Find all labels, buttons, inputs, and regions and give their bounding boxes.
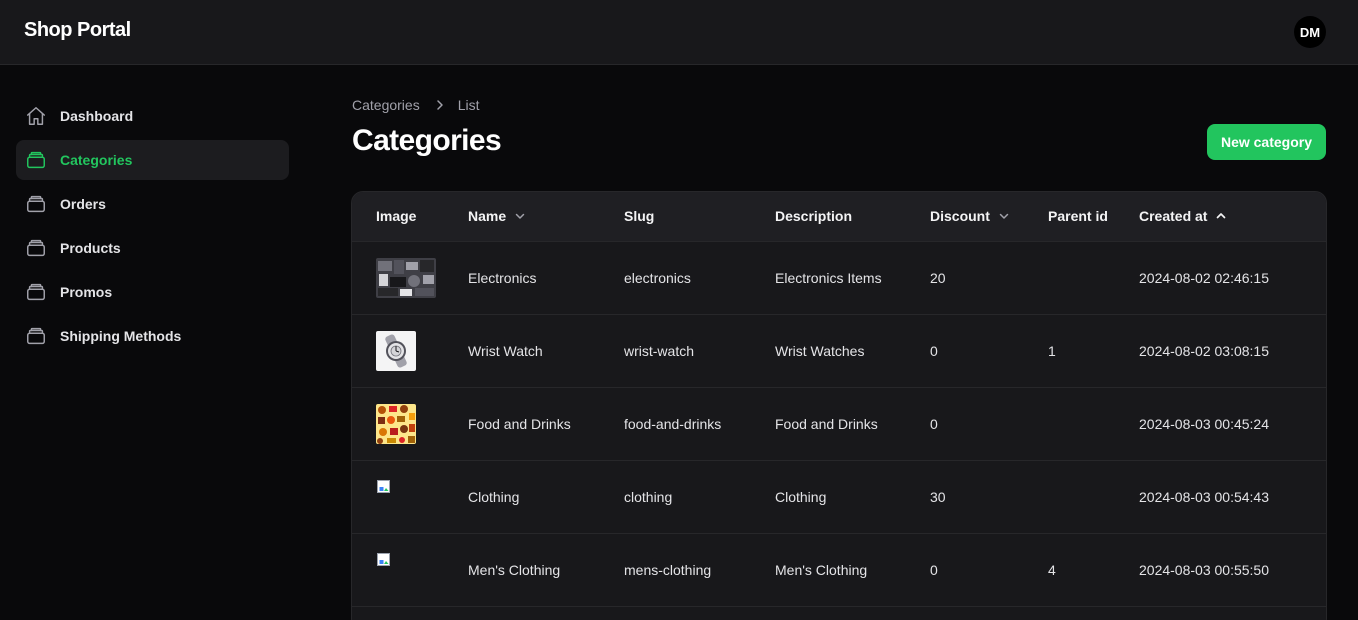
stack-icon	[25, 149, 47, 171]
slug-cell: food-and-drinks	[600, 387, 751, 461]
table-row[interactable]: Electronics electronics Electronics Item…	[352, 241, 1326, 315]
breadcrumb: Categories List	[352, 97, 480, 113]
sidebar-item-orders[interactable]: Orders	[16, 184, 289, 224]
name-cell: Clothing	[444, 460, 600, 534]
stack-icon	[25, 237, 47, 259]
stack-icon	[25, 281, 47, 303]
table-header-row: Image Name Slug Description Discount Par…	[352, 192, 1326, 242]
column-header-name[interactable]: Name	[444, 192, 600, 242]
description-cell: Wrist Watches	[751, 314, 906, 388]
parent-id-cell: 1	[1024, 314, 1115, 388]
parent-id-cell	[1024, 460, 1115, 534]
sidebar-item-label: Products	[60, 240, 121, 256]
slug-cell: electronics	[600, 241, 751, 315]
stack-icon	[25, 193, 47, 215]
sidebar-item-label: Orders	[60, 196, 106, 212]
column-header-image: Image	[352, 192, 444, 242]
image-cell	[352, 387, 444, 461]
table-row[interactable]: Clothing clothing Clothing 30 2024-08-03…	[352, 460, 1326, 534]
broken-image-icon	[377, 479, 390, 493]
home-icon	[25, 105, 47, 127]
description-cell: Clothing	[751, 460, 906, 534]
table-row[interactable]: Men's Clothing mens-clothing Men's Cloth…	[352, 533, 1326, 607]
user-avatar[interactable]: DM	[1294, 16, 1326, 48]
chevron-right-icon	[434, 99, 446, 111]
app-title: Shop Portal	[24, 19, 131, 41]
wrist-watch-thumbnail	[376, 330, 416, 371]
slug-cell: clothing	[600, 460, 751, 534]
name-cell: Electronics	[444, 241, 600, 315]
column-header-slug: Slug	[600, 192, 751, 242]
column-header-created-at[interactable]: Created at	[1115, 192, 1326, 242]
chevron-up-icon[interactable]	[1215, 210, 1227, 222]
parent-id-cell	[1024, 387, 1115, 461]
sidebar-item-promos[interactable]: Promos	[16, 272, 289, 312]
name-cell: Men's Clothing	[444, 533, 600, 607]
created-at-cell: 2024-08-03 00:54:43	[1115, 460, 1326, 534]
image-cell	[352, 533, 444, 607]
discount-cell: 0	[906, 533, 1024, 607]
new-category-button[interactable]: New category	[1207, 124, 1326, 160]
table-row[interactable]: Wrist Watch wrist-watch Wrist Watches 0 …	[352, 314, 1326, 388]
sidebar-item-label: Shipping Methods	[60, 328, 182, 344]
breadcrumb-link-categories[interactable]: Categories	[352, 97, 420, 113]
chevron-down-icon[interactable]	[998, 210, 1010, 222]
parent-id-cell: 4	[1024, 533, 1115, 607]
food-thumbnail	[376, 403, 416, 444]
broken-image-icon	[377, 552, 390, 566]
image-cell	[352, 460, 444, 534]
sidebar-item-dashboard[interactable]: Dashboard	[16, 96, 289, 136]
column-header-parent-id: Parent id	[1024, 192, 1115, 242]
sidebar-item-shipping-methods[interactable]: Shipping Methods	[16, 316, 289, 356]
table-row[interactable]: Food and Drinks food-and-drinks Food and…	[352, 387, 1326, 461]
top-bar: Shop Portal DM	[0, 0, 1358, 65]
sidebar-item-label: Categories	[60, 152, 133, 168]
sidebar-item-categories[interactable]: Categories	[16, 140, 289, 180]
discount-cell: 0	[906, 387, 1024, 461]
created-at-cell: 2024-08-03 00:55:50	[1115, 533, 1326, 607]
page-title: Categories	[352, 124, 502, 157]
slug-cell: mens-clothing	[600, 533, 751, 607]
stack-icon	[25, 325, 47, 347]
image-cell	[352, 241, 444, 315]
description-cell: Electronics Items	[751, 241, 906, 315]
discount-cell: 20	[906, 241, 1024, 315]
column-header-discount[interactable]: Discount	[906, 192, 1024, 242]
sidebar-item-products[interactable]: Products	[16, 228, 289, 268]
slug-cell: wrist-watch	[600, 314, 751, 388]
electronics-thumbnail	[376, 257, 436, 298]
created-at-cell: 2024-08-02 02:46:15	[1115, 241, 1326, 315]
breadcrumb-current: List	[457, 97, 480, 113]
sidebar-item-label: Promos	[60, 284, 113, 300]
chevron-down-icon[interactable]	[514, 210, 526, 222]
discount-cell: 0	[906, 314, 1024, 388]
discount-cell: 30	[906, 460, 1024, 534]
description-cell: Men's Clothing	[751, 533, 906, 607]
created-at-cell: 2024-08-03 00:45:24	[1115, 387, 1326, 461]
categories-table: Image Name Slug Description Discount Par…	[351, 191, 1327, 620]
parent-id-cell	[1024, 241, 1115, 315]
image-cell	[352, 314, 444, 388]
name-cell: Wrist Watch	[444, 314, 600, 388]
sidebar-item-label: Dashboard	[60, 108, 134, 124]
name-cell: Food and Drinks	[444, 387, 600, 461]
description-cell: Food and Drinks	[751, 387, 906, 461]
column-header-description: Description	[751, 192, 906, 242]
sidebar: Dashboard Categories Orders Products Pro…	[16, 96, 289, 360]
created-at-cell: 2024-08-02 03:08:15	[1115, 314, 1326, 388]
